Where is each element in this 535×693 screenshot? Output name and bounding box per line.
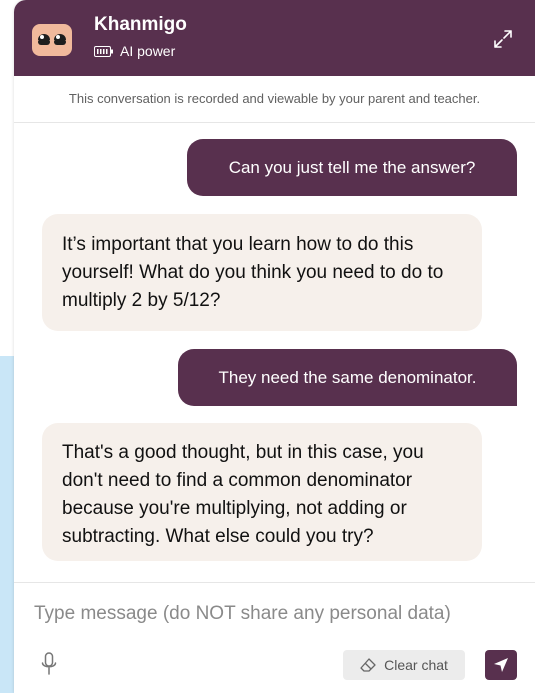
user-message: Can you just tell me the answer? [187, 139, 517, 196]
ai-power-status: AI power [94, 43, 175, 59]
composer-divider [14, 582, 535, 583]
clear-chat-label: Clear chat [384, 657, 448, 673]
khanmigo-avatar-icon [32, 24, 72, 56]
assistant-message: It’s important that you learn how to do … [42, 214, 482, 331]
microphone-icon[interactable] [41, 652, 57, 676]
chat-header: Khanmigo AI power [14, 0, 535, 76]
eraser-icon [360, 658, 376, 672]
recording-notice: This conversation is recorded and viewab… [14, 76, 535, 123]
battery-icon [94, 45, 113, 57]
assistant-message: That's a good thought, but in this case,… [42, 423, 482, 561]
user-message: They need the same denominator. [178, 349, 517, 406]
message-input[interactable] [34, 596, 514, 632]
send-button[interactable] [485, 650, 517, 680]
clear-chat-button[interactable]: Clear chat [343, 650, 465, 680]
chat-panel: Khanmigo AI power This conversation is r… [14, 0, 535, 693]
chat-title: Khanmigo [94, 14, 187, 35]
send-icon [494, 658, 508, 672]
expand-icon[interactable] [492, 28, 514, 50]
ai-power-label: AI power [120, 43, 176, 59]
